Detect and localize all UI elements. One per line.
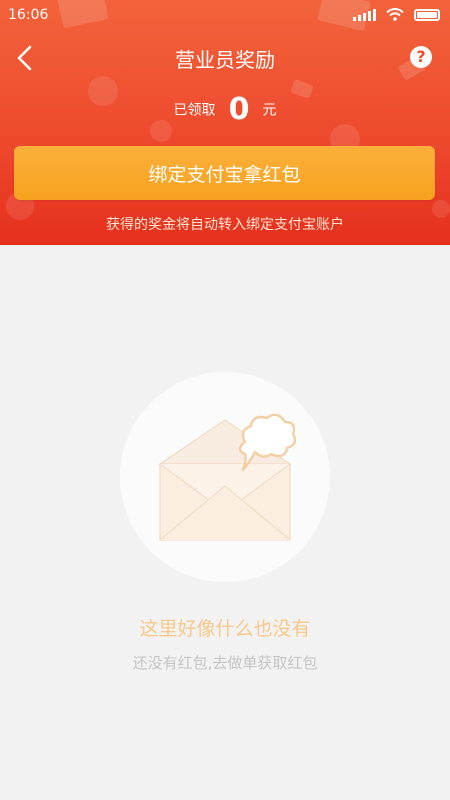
- wifi-icon: [386, 8, 404, 21]
- empty-state-title: 这里好像什么也没有: [139, 618, 311, 640]
- envelope-speech-bubble-icon: [158, 413, 297, 541]
- page-title: 营业员奖励: [175, 48, 275, 72]
- status-icons: [353, 8, 440, 21]
- auto-transfer-notice: 获得的奖金将自动转入绑定支付宝账户: [106, 217, 344, 233]
- empty-state-illustration: [120, 372, 330, 582]
- status-bar: 16:06: [0, 0, 450, 30]
- navigation-bar: 营业员奖励 ?: [0, 36, 450, 80]
- status-time: 16:06: [8, 7, 49, 23]
- signal-icon: [353, 8, 376, 21]
- battery-icon: [414, 8, 440, 21]
- received-label: 已领取: [173, 102, 216, 119]
- help-button[interactable]: ?: [410, 46, 432, 68]
- currency-unit: 元: [262, 102, 277, 119]
- header-banner: 16:06 营业员奖励 ? 已领取 0 元 绑定支付宝拿红包 获得的奖金将自动转…: [0, 0, 450, 245]
- received-summary: 已领取 0 元: [0, 92, 450, 127]
- empty-state-subtitle: 还没有红包,去做单获取红包: [132, 654, 318, 672]
- received-amount: 0: [228, 92, 250, 127]
- question-circle-icon: ?: [416, 47, 426, 66]
- bind-alipay-button[interactable]: 绑定支付宝拿红包: [14, 146, 435, 200]
